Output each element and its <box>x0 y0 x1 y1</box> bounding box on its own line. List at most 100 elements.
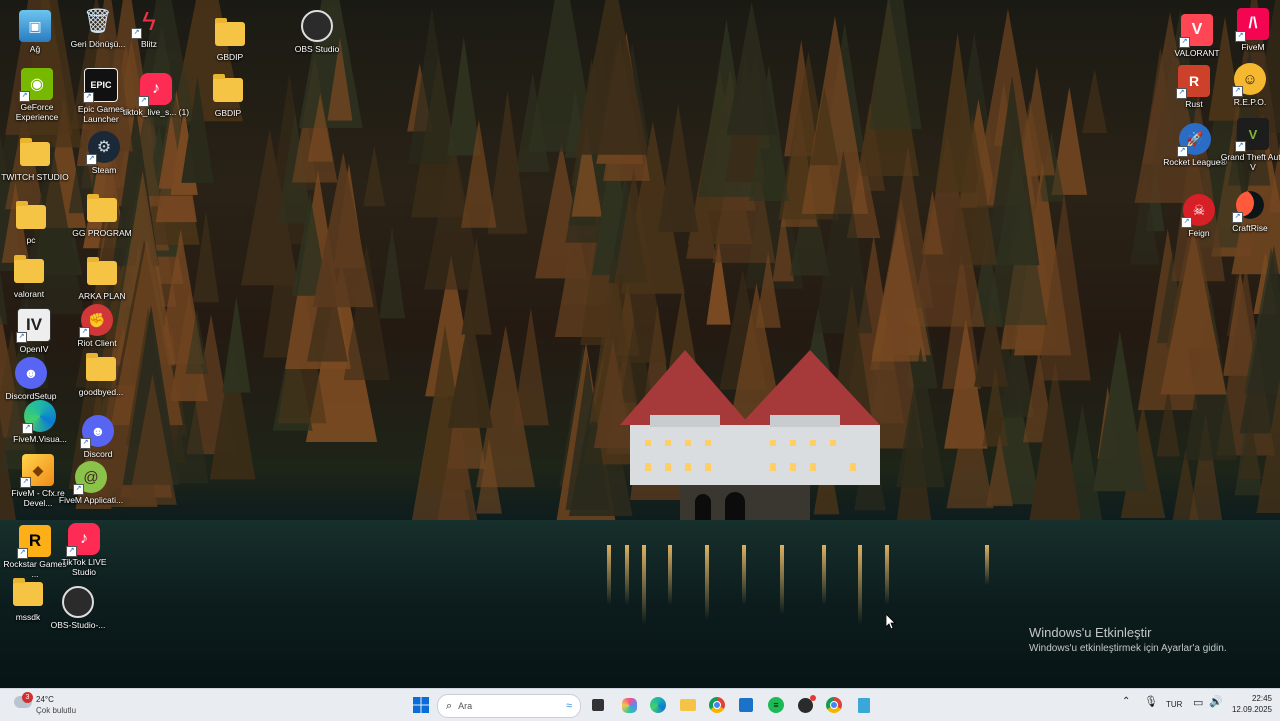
windows-logo-icon <box>413 697 429 713</box>
desktop-icon-label: FiveM <box>1241 42 1265 52</box>
spotify-icon: ≡ <box>768 697 784 713</box>
desktop-icon-network[interactable]: ▣ Ağ <box>0 10 70 54</box>
desktop-icon-gta-v[interactable]: V ↗ Grand Theft Auto V <box>1218 118 1280 172</box>
tree-shape <box>868 0 922 129</box>
desktop-icon-fivem-application[interactable]: @ ↗ FiveM Applicati... <box>56 461 126 505</box>
taskbar: 3 24°C Çok bulutlu ⌕ Ara ≈ ≡ ⌃ 🎙 TUR ▭ 🔊… <box>0 688 1280 721</box>
copilot-button[interactable] <box>617 693 641 717</box>
microphone-icon[interactable]: 🎙 <box>1144 695 1158 708</box>
spotify-button[interactable]: ≡ <box>764 693 788 717</box>
tree-shape <box>657 103 699 232</box>
desktop-icon-gbdip-2[interactable]: GBDIP <box>193 74 263 118</box>
desktop-icon-geforce[interactable]: ◉ ↗ GeForce Experience <box>2 68 72 122</box>
desktop-icon-arka-plan[interactable]: ARKA PLAN <box>67 257 137 301</box>
tree-shape <box>222 296 251 393</box>
folder-icon <box>85 353 117 385</box>
discord-icon: ☻ ↗ <box>80 415 114 449</box>
network-icon: ▣ <box>19 10 51 42</box>
edge-button[interactable] <box>646 693 670 717</box>
chrome-icon <box>709 697 725 713</box>
desktop-icon-label: TikTok LIVE Studio <box>61 557 107 577</box>
light-reflection <box>668 545 672 605</box>
folder-icon <box>12 578 44 610</box>
desktop-icon-riot-client[interactable]: ✊ ↗ Riot Client <box>62 304 132 348</box>
taskbar-search[interactable]: ⌕ Ara ≈ <box>437 694 581 718</box>
activation-subtitle: Windows'u etkinleştirmek için Ayarlar'a … <box>1029 643 1227 654</box>
desktop-icon-gg-program[interactable]: GG PROGRAM <box>67 194 137 238</box>
notepad-button[interactable] <box>852 693 876 717</box>
desktop-icon-gbdip-1[interactable]: GBDIP <box>195 18 265 62</box>
volume-icon[interactable]: 🔊 <box>1209 695 1223 708</box>
tree-shape <box>363 145 386 207</box>
mouse-pointer-icon <box>886 614 896 630</box>
show-hidden-icons-chevron-icon[interactable]: ⌃ <box>1122 696 1130 707</box>
desktop-icon-blitz[interactable]: ϟ ↗ Blitz <box>114 5 184 49</box>
riot-icon: ✊ ↗ <box>79 304 113 338</box>
blitz-icon: ϟ ↗ <box>131 5 165 39</box>
desktop-icon-openiv[interactable]: IV ↗ OpenIV <box>0 308 69 354</box>
weather-widget[interactable]: 3 24°C Çok bulutlu <box>12 692 102 718</box>
edge-icon <box>650 697 666 713</box>
desktop-icon-craftrise[interactable]: ↗ CraftRise <box>1215 189 1280 233</box>
desktop-icon-label: R.E.P.O. <box>1233 97 1267 107</box>
desktop-icon-goodbyed[interactable]: goodbyed... <box>66 353 136 397</box>
tree-shape <box>1081 68 1108 134</box>
clock-time: 22:45 <box>1251 694 1272 703</box>
epic-games-icon: EPIC ↗ <box>83 68 118 103</box>
desktop-wallpaper <box>0 0 1280 688</box>
desktop-icon-tiktok-live-setup[interactable]: ♪ ↗ tiktok_live_s... (1) <box>121 73 191 117</box>
desktop-icon-steam[interactable]: ⚙ ↗ Steam <box>69 131 139 175</box>
desktop-icon-valorant-folder[interactable]: valorant <box>0 255 64 299</box>
desktop-icon-twitch-studio[interactable]: TWITCH STUDIO <box>0 138 70 182</box>
repo-icon: ☺ ↗ <box>1232 63 1266 97</box>
chrome-button[interactable] <box>705 693 729 717</box>
tree-shape <box>379 226 405 319</box>
desktop-icon-tiktok-live-studio[interactable]: ♪ ↗ TikTok LIVE Studio <box>49 523 119 577</box>
desktop-icon-discord-setup[interactable]: ☻ DiscordSetup <box>0 357 66 401</box>
geforce-icon: ◉ ↗ <box>19 68 53 102</box>
notepad-icon <box>858 697 870 713</box>
folder-icon <box>214 18 246 50</box>
desktop-icon-label: VALORANT <box>1174 48 1220 58</box>
language-indicator[interactable]: TUR <box>1166 700 1182 709</box>
task-view-button[interactable] <box>586 693 610 717</box>
light-reflection <box>780 545 784 615</box>
light-reflection <box>625 545 629 605</box>
desktop-icon-obs-setup[interactable]: OBS-Studio-... <box>43 586 113 630</box>
tree-shape <box>512 307 549 426</box>
light-reflection <box>858 545 862 625</box>
obs-button[interactable] <box>793 693 817 717</box>
obs-icon <box>797 694 816 713</box>
desktop-icon-label: TWITCH STUDIO <box>1 172 69 182</box>
desktop-icon-discord[interactable]: ☻ ↗ Discord <box>63 415 133 459</box>
fivem-snail-icon: @ ↗ <box>73 461 107 495</box>
tree-shape <box>192 211 220 303</box>
task-view-icon <box>592 699 604 711</box>
file-explorer-button[interactable] <box>676 693 700 717</box>
chrome-button-2[interactable] <box>822 693 846 717</box>
store-button[interactable] <box>734 693 758 717</box>
desktop-icon-label: GBDIP <box>216 52 244 62</box>
desktop-icon-pc[interactable]: pc <box>0 201 66 245</box>
copilot-icon <box>621 697 637 713</box>
desktop-icon-fivem[interactable]: /\ ↗ FiveM <box>1218 8 1280 52</box>
desktop-icon-label: tiktok_live_s... (1) <box>122 107 190 117</box>
search-placeholder: Ara <box>458 701 473 711</box>
obs-icon <box>62 586 94 618</box>
weather-temp: 24°C <box>36 695 54 704</box>
lake-illustration <box>0 520 1280 688</box>
light-reflection <box>742 545 746 605</box>
openiv-icon: IV ↗ <box>16 308 51 343</box>
search-highlight-icon: ≈ <box>565 700 572 712</box>
clock[interactable]: 22:45 12.09.2025 <box>1226 694 1272 714</box>
start-button[interactable] <box>409 693 433 717</box>
desktop-icon-label: pc <box>26 235 36 245</box>
activation-title: Windows'u Etkinleştir <box>1029 625 1152 640</box>
activation-watermark: Windows'u Etkinleştir Windows'u etkinleş… <box>1029 625 1227 654</box>
desktop-icon-label: Feign <box>1188 228 1210 238</box>
desktop-icon-obs-studio[interactable]: OBS Studio <box>282 10 352 54</box>
desktop-icon-label: mssdk <box>15 612 41 622</box>
rockstar-icon: R ↗ <box>17 525 51 559</box>
network-icon[interactable]: ▭ <box>1193 696 1203 709</box>
desktop-icon-repo[interactable]: ☺ ↗ R.E.P.O. <box>1215 63 1280 107</box>
